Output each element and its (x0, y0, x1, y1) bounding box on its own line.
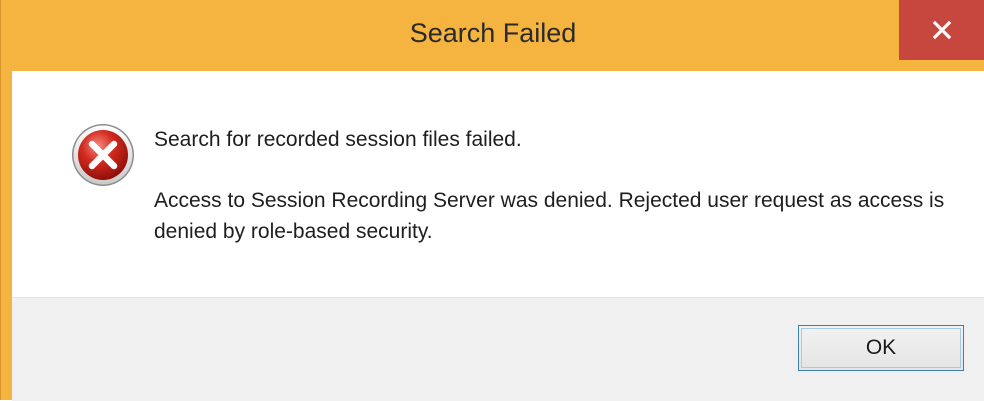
main-instruction: Search for recorded session files failed… (154, 128, 522, 151)
message-area: Search for recorded session files failed… (154, 124, 954, 247)
close-icon (932, 20, 952, 40)
dialog-client: Search for recorded session files failed… (12, 71, 984, 401)
dialog-title: Search Failed (409, 18, 577, 48)
detail-text: Access to Session Recording Server was d… (154, 189, 945, 243)
close-button[interactable] (899, 0, 984, 60)
dialog-content: Search for recorded session files failed… (12, 71, 984, 297)
error-icon (72, 124, 134, 186)
button-bar: OK (12, 297, 984, 401)
dialog-window: Search Failed Search for recorded sessio… (0, 0, 984, 401)
ok-button[interactable]: OK (798, 325, 964, 371)
